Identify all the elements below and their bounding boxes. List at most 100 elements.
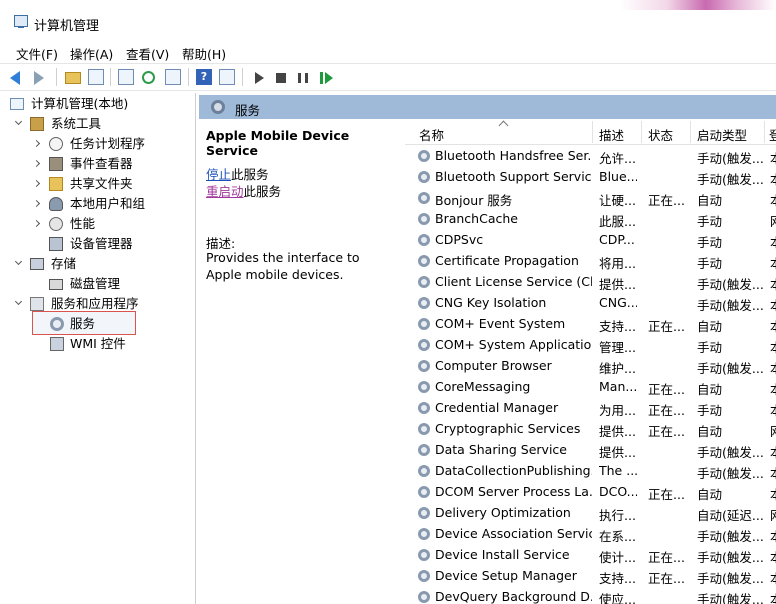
service-status-cell: 正在...	[648, 571, 685, 586]
column-divider[interactable]	[641, 121, 642, 143]
pause-icon[interactable]	[298, 73, 308, 83]
service-logon-cell: 网	[770, 505, 776, 524]
service-gear-icon	[418, 591, 430, 603]
table-row[interactable]: Data Sharing Service 提供... 手动(触发... 本	[405, 440, 776, 461]
export-icon[interactable]	[165, 69, 181, 85]
service-startup-cell: 手动(触发...	[697, 592, 764, 604]
service-description-cell: 使计...	[599, 550, 636, 565]
services-gear-icon	[211, 100, 225, 114]
chevron-right-icon[interactable]	[32, 179, 41, 188]
column-divider[interactable]	[592, 121, 593, 143]
service-status-cell: 正在...	[648, 403, 685, 418]
stop-icon[interactable]	[276, 73, 286, 83]
service-name-cell: Device Setup Manager	[435, 568, 577, 583]
forward-arrow-icon[interactable]	[34, 71, 44, 85]
chevron-right-icon[interactable]	[32, 139, 41, 148]
service-startup-cell: 自动	[697, 487, 723, 502]
service-status-cell: 正在...	[648, 550, 685, 565]
table-row[interactable]: COM+ Event System 支持... 正在... 自动 本	[405, 314, 776, 335]
table-row[interactable]: COM+ System Application 管理... 手动 本	[405, 335, 776, 356]
stop-service-suffix: 此服务	[231, 167, 269, 182]
table-row[interactable]: Client License Service (Cli... 提供... 手动(触发…	[405, 272, 776, 293]
service-logon-cell: 本	[770, 253, 776, 272]
column-status[interactable]: 状态	[648, 125, 673, 144]
service-description-cell: DCO...	[599, 484, 637, 499]
show-tree-icon[interactable]	[88, 69, 104, 85]
table-row[interactable]: Device Install Service 使计... 正在... 手动(触发...…	[405, 545, 776, 566]
table-row[interactable]: Credential Manager 为用... 正在... 手动 本	[405, 398, 776, 419]
table-row[interactable]: Bluetooth Support Service Blue... 手动(触发...…	[405, 167, 776, 188]
table-row[interactable]: Bluetooth Handsfree Ser... 允许... 手动(触发... 本	[405, 146, 776, 167]
service-gear-icon	[418, 339, 430, 351]
service-logon-cell: 网	[770, 421, 776, 440]
service-startup-cell: 手动(触发...	[697, 151, 764, 166]
stop-service-link[interactable]: 停止	[206, 167, 231, 182]
chevron-right-icon[interactable]	[32, 199, 41, 208]
column-startup-type[interactable]: 启动类型	[697, 125, 747, 144]
chevron-down-icon[interactable]	[14, 117, 23, 126]
resume-icon[interactable]	[320, 72, 336, 88]
restart-service-link[interactable]: 重启动	[206, 184, 244, 199]
table-row[interactable]: DCOM Server Process La... DCO... 正在... 自动 本	[405, 482, 776, 503]
column-logon[interactable]: 登	[769, 125, 776, 144]
tree-label: 设备管理器	[70, 236, 133, 251]
service-startup-cell: 手动	[697, 235, 723, 250]
service-gear-icon	[418, 570, 430, 582]
help-icon[interactable]: ?	[196, 69, 212, 85]
menu-file[interactable]: 文件(F)	[16, 44, 58, 63]
table-row[interactable]: CNG Key Isolation CNG... 手动(触发... 本	[405, 293, 776, 314]
back-arrow-icon[interactable]	[10, 71, 20, 85]
chevron-down-icon[interactable]	[14, 257, 23, 266]
service-description-cell: 管理...	[599, 340, 636, 355]
table-row[interactable]: Device Association Service 在系... 手动(触发... 本	[405, 524, 776, 545]
table-row[interactable]: DataCollectionPublishing... The ... 手动(触发.…	[405, 461, 776, 482]
service-gear-icon	[418, 297, 430, 309]
menu-help[interactable]: 帮助(H)	[182, 44, 226, 63]
column-divider[interactable]	[764, 121, 765, 143]
table-row[interactable]: BranchCache 此服... 手动 网	[405, 209, 776, 230]
column-description[interactable]: 描述	[599, 125, 624, 144]
toolbar-separator	[56, 68, 57, 86]
chevron-right-icon[interactable]	[32, 159, 41, 168]
menu-view[interactable]: 查看(V)	[126, 44, 169, 63]
service-status-cell: 正在...	[648, 382, 685, 397]
title-bar: 计算机管理	[0, 0, 776, 40]
chevron-right-icon[interactable]	[32, 219, 41, 228]
table-row[interactable]: Bonjour 服务 让硬... 正在... 自动 本	[405, 188, 776, 209]
tree-label: 共享文件夹	[70, 176, 133, 191]
toolbar-separator	[110, 68, 111, 86]
chevron-down-icon[interactable]	[14, 297, 23, 306]
table-row[interactable]: Device Setup Manager 支持... 正在... 手动(触发... 本	[405, 566, 776, 587]
toolbar: ?	[0, 63, 776, 91]
service-gear-icon	[418, 171, 430, 183]
table-row[interactable]: CoreMessaging Man... 正在... 自动 本	[405, 377, 776, 398]
selected-service-name: Apple Mobile Device Service	[206, 128, 350, 158]
service-gear-icon	[418, 402, 430, 414]
table-row[interactable]: Cryptographic Services 提供... 正在... 自动 网	[405, 419, 776, 440]
service-startup-cell: 手动(触发...	[697, 571, 764, 586]
toolbar-separator	[242, 68, 243, 86]
service-logon-cell: 网	[770, 211, 776, 230]
tools-icon	[30, 117, 44, 131]
start-icon[interactable]	[255, 72, 264, 84]
service-name-cell: COM+ Event System	[435, 316, 566, 331]
clock-icon	[49, 137, 63, 151]
service-logon-cell: 本	[770, 316, 776, 335]
service-name-cell: Device Install Service	[435, 547, 570, 562]
refresh-icon[interactable]	[142, 71, 155, 84]
table-row[interactable]: CDPSvc CDP... 手动 本	[405, 230, 776, 251]
properties-icon[interactable]	[118, 69, 134, 85]
up-folder-icon[interactable]	[65, 72, 81, 84]
table-row[interactable]: Delivery Optimization 执行... 自动(延迟... 网	[405, 503, 776, 524]
table-row[interactable]: DevQuery Background D... 使应... 手动(触发... 本	[405, 587, 776, 604]
service-name-cell: CDPSvc	[435, 232, 484, 247]
shared-folder-icon	[49, 177, 63, 191]
table-row[interactable]: Computer Browser 维护... 手动(触发... 本	[405, 356, 776, 377]
column-divider[interactable]	[690, 121, 691, 143]
column-name[interactable]: 名称	[419, 125, 444, 144]
menu-action[interactable]: 操作(A)	[70, 44, 113, 63]
panel-icon[interactable]	[219, 69, 235, 85]
service-startup-cell: 自动(延迟...	[697, 508, 764, 523]
service-description: Provides the interface to Apple mobile d…	[206, 250, 360, 282]
table-row[interactable]: Certificate Propagation 将用... 手动 本	[405, 251, 776, 272]
